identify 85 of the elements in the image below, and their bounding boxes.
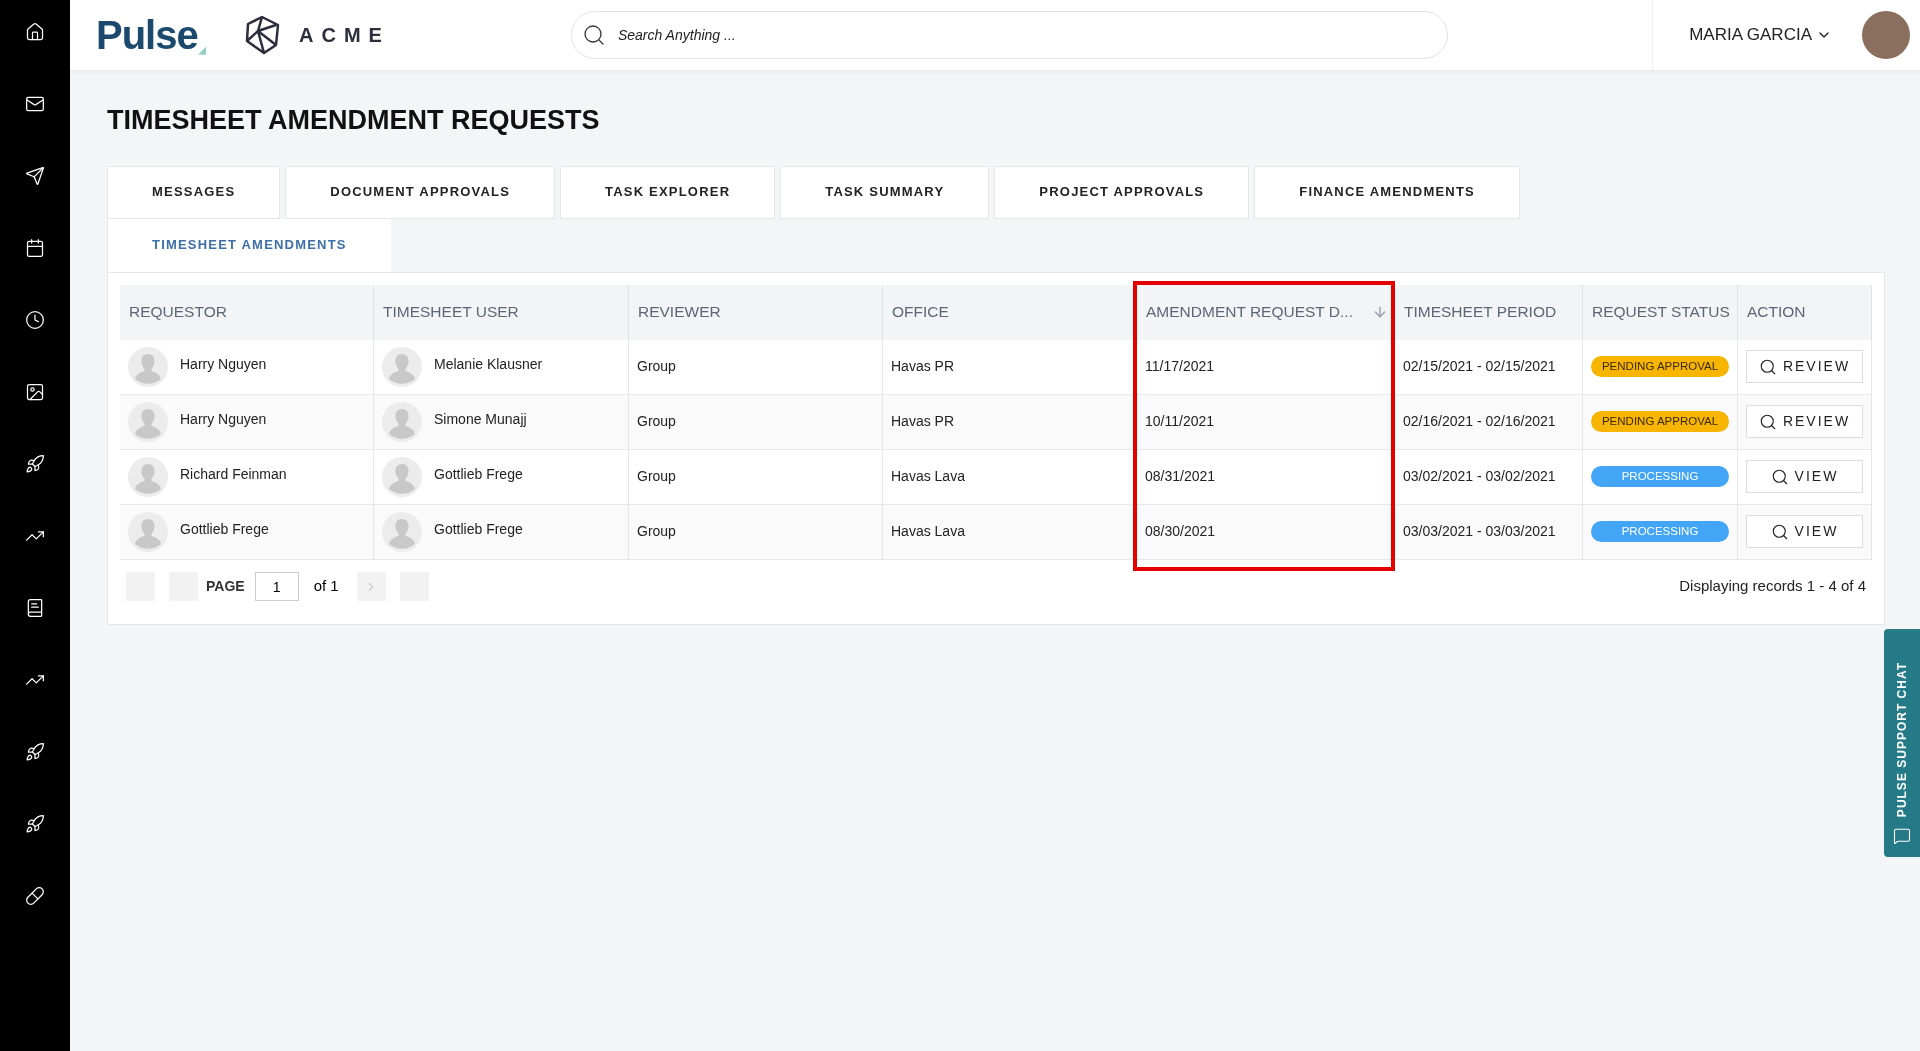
avatar-silhouette-icon [382, 346, 422, 387]
table-cell-text: Group [637, 357, 676, 376]
page-title: TIMESHEET AMENDMENT REQUESTS [107, 104, 601, 137]
table-cell-text: Havas PR [891, 412, 955, 431]
table-cell-text: Harry Nguyen [180, 355, 267, 374]
avatar-photo-placeholder[interactable] [1862, 11, 1910, 59]
records-count: Displaying records 1 - 4 of 4 [1679, 576, 1866, 597]
status-badge: PROCESSING [1591, 520, 1729, 543]
page-input[interactable]: 1 [254, 572, 299, 601]
action-button[interactable]: VIEW [1746, 460, 1863, 493]
column-header[interactable]: REQUEST STATUS [1592, 300, 1730, 324]
table-cell-text: 02/16/2021 - 02/16/2021 [1403, 412, 1556, 431]
book-icon[interactable] [25, 598, 45, 618]
table-cell-text: 02/15/2021 - 02/15/2021 [1403, 357, 1556, 376]
table-cell-text: Melanie Klausner [434, 355, 543, 374]
search-icon [1770, 522, 1789, 541]
column-header[interactable]: AMENDMENT REQUEST D... [1146, 300, 1353, 324]
tab[interactable]: FINANCE AMENDMENTS [1254, 165, 1520, 219]
tab[interactable]: TIMESHEET AMENDMENTS [107, 218, 391, 272]
home-icon[interactable] [25, 22, 45, 42]
table-cell-text: Richard Feinman [180, 465, 287, 484]
avatar-silhouette-icon [382, 456, 422, 497]
column-header[interactable]: TIMESHEET PERIOD [1404, 300, 1557, 324]
cube-logo-icon [244, 15, 282, 55]
avatar-silhouette-icon [128, 346, 168, 387]
column-header[interactable]: OFFICE [892, 300, 949, 324]
action-button[interactable]: VIEW [1746, 515, 1863, 548]
rocket-icon[interactable] [25, 814, 45, 834]
column-header[interactable]: TIMESHEET USER [383, 300, 519, 324]
table-cell-text: Group [637, 467, 676, 486]
tab[interactable]: TASK EXPLORER [560, 165, 776, 219]
table-cell-text: Group [637, 412, 676, 431]
user-menu[interactable]: MARIA GARCIA [1689, 22, 1832, 48]
mail-icon[interactable] [25, 94, 45, 114]
action-button[interactable]: REVIEW [1746, 350, 1863, 383]
column-header[interactable]: REQUESTOR [129, 300, 227, 324]
status-badge: PENDING APPROVAL [1591, 355, 1729, 378]
pill-icon[interactable] [25, 886, 45, 906]
rocket-icon[interactable] [25, 454, 45, 474]
status-badge: PROCESSING [1591, 465, 1729, 488]
table-cell-text: 03/03/2021 - 03/03/2021 [1403, 522, 1556, 541]
tab[interactable]: TASK SUMMARY [780, 165, 990, 219]
search-icon [1770, 467, 1789, 486]
logo-mark-icon [197, 46, 206, 55]
action-button[interactable]: REVIEW [1746, 405, 1863, 438]
tab[interactable]: DOCUMENT APPROVALS [285, 165, 556, 219]
table-cell-text: Havas Lava [891, 522, 965, 541]
paper-plane-icon[interactable] [25, 166, 45, 186]
tab[interactable]: MESSAGES [107, 165, 281, 219]
image-icon[interactable] [25, 382, 45, 402]
table-cell-text: Group [637, 522, 676, 541]
chat-icon [1893, 827, 1911, 845]
column-header[interactable]: ACTION [1747, 300, 1806, 324]
table-cell-text: 11/17/2021 [1145, 357, 1215, 376]
table-cell-text: Harry Nguyen [180, 410, 267, 429]
tab[interactable]: PROJECT APPROVALS [994, 165, 1250, 219]
avatar-silhouette-icon [128, 511, 168, 552]
column-header[interactable]: REVIEWER [638, 300, 721, 324]
search-field[interactable]: Search Anything ... [570, 11, 1448, 59]
table-cell-text: 10/11/2021 [1145, 412, 1215, 431]
status-badge: PENDING APPROVAL [1591, 410, 1729, 433]
table-cell-text: Havas PR [891, 357, 955, 376]
page-label: PAGE [206, 577, 245, 596]
search-icon [1758, 412, 1777, 431]
logo[interactable]: Pulse [96, 15, 198, 55]
table-cell-text: 03/02/2021 - 03/02/2021 [1403, 467, 1556, 486]
brand-name: ACME [299, 23, 390, 48]
table-cell-text: Gottlieb Frege [434, 465, 523, 484]
calendar-icon[interactable] [25, 238, 45, 258]
avatar-silhouette-icon [382, 511, 422, 552]
clock-icon[interactable] [25, 310, 45, 330]
page-count: of 1 [313, 576, 339, 597]
table-cell-text: 08/31/2021 [1145, 467, 1216, 486]
rocket-icon[interactable] [25, 742, 45, 762]
avatar-silhouette-icon [128, 456, 168, 497]
table-cell-text: Gottlieb Frege [434, 520, 523, 539]
table-cell-text: 08/30/2021 [1145, 522, 1216, 541]
table-cell-text: Gottlieb Frege [180, 520, 269, 539]
support-chat-tab[interactable]: PULSE SUPPORT CHAT [1884, 629, 1920, 857]
avatar-silhouette-icon [382, 401, 422, 442]
table-cell-text: Simone Munajj [434, 410, 527, 429]
search-icon [581, 23, 606, 47]
avatar-silhouette-icon [128, 401, 168, 442]
search-icon [1758, 357, 1777, 376]
table-cell-text: Havas Lava [891, 467, 965, 486]
